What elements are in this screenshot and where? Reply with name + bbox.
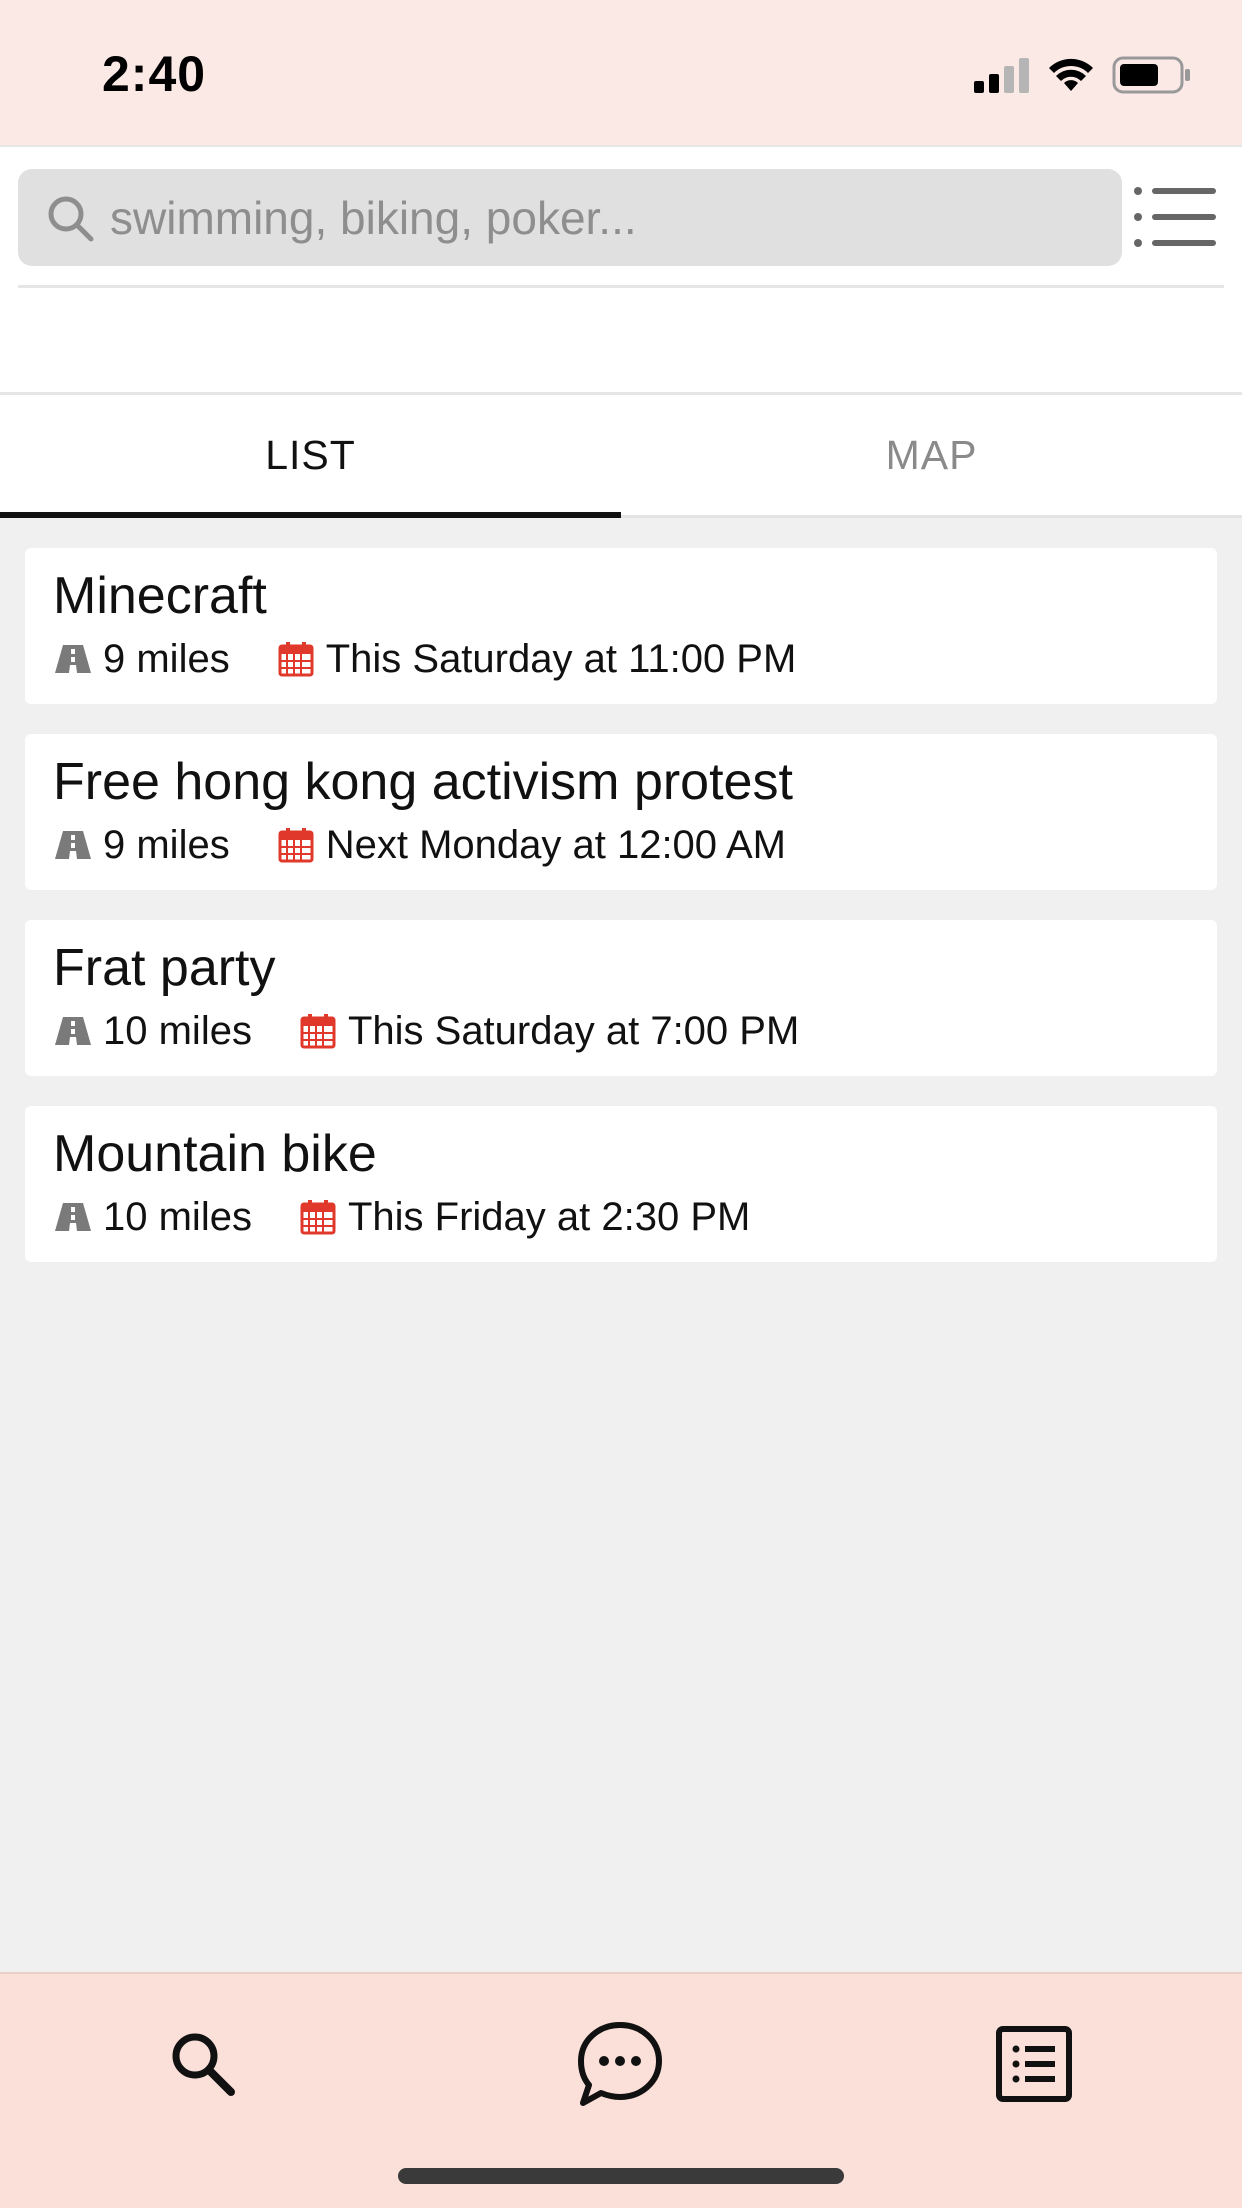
event-meta: 10 miles This Friday at 2:30 PM xyxy=(53,1192,1189,1242)
event-title: Free hong kong activism protest xyxy=(53,753,793,811)
nav-search-button[interactable] xyxy=(155,2016,251,2112)
search-box[interactable] xyxy=(18,169,1122,266)
status-bar: 2:40 xyxy=(0,0,1242,145)
event-distance: 10 miles xyxy=(53,1009,252,1054)
filter-menu-button[interactable] xyxy=(1132,185,1218,249)
event-meta: 9 miles This Saturday at 11:00 PM xyxy=(53,634,1189,684)
event-card[interactable]: Frat party 10 miles This Saturday at 7:0… xyxy=(25,920,1217,1076)
event-card[interactable]: Minecraft 9 miles This Saturday at 11:00… xyxy=(25,548,1217,704)
tab-map[interactable]: MAP xyxy=(621,395,1242,515)
status-time: 2:40 xyxy=(102,46,207,102)
event-meta: 10 miles This Saturday at 7:00 PM xyxy=(53,1006,1189,1056)
distance-text: 10 miles xyxy=(103,1194,252,1239)
search-icon xyxy=(42,190,98,246)
event-date: Next Monday at 12:00 AM xyxy=(276,823,786,868)
home-indicator xyxy=(398,2168,844,2184)
search-panel xyxy=(0,145,1242,395)
event-date: This Saturday at 7:00 PM xyxy=(298,1009,799,1054)
battery-icon xyxy=(1112,56,1190,94)
view-tabs: LIST MAP xyxy=(0,395,1242,518)
event-date: This Saturday at 11:00 PM xyxy=(276,636,797,682)
distance-text: 9 miles xyxy=(103,636,230,681)
calendar-icon xyxy=(298,1197,338,1237)
event-distance: 10 miles xyxy=(53,1195,252,1240)
nav-list-button[interactable] xyxy=(986,2016,1082,2112)
road-icon xyxy=(53,1197,93,1237)
status-icons xyxy=(974,55,1192,95)
calendar-icon xyxy=(298,1011,338,1051)
road-icon xyxy=(53,1011,93,1051)
search-icon xyxy=(172,2033,235,2096)
chat-bubble-icon xyxy=(578,2022,662,2106)
date-text: This Saturday at 11:00 PM xyxy=(325,636,797,681)
road-icon xyxy=(53,825,93,865)
event-title: Mountain bike xyxy=(53,1125,377,1183)
distance-text: 9 miles xyxy=(103,822,230,867)
event-meta: 9 miles Next Monday at 12:00 AM xyxy=(53,820,1189,870)
list-menu-icon xyxy=(1134,187,1216,247)
nav-chat-button[interactable] xyxy=(572,2016,668,2112)
calendar-icon xyxy=(276,639,316,679)
search-input[interactable] xyxy=(110,190,1070,245)
event-distance: 9 miles xyxy=(53,823,230,868)
event-title: Frat party xyxy=(53,939,276,997)
date-text: This Saturday at 7:00 PM xyxy=(347,1008,800,1053)
event-title: Minecraft xyxy=(53,567,267,625)
event-card[interactable]: Mountain bike 10 miles This Friday at 2:… xyxy=(25,1106,1217,1262)
wifi-icon xyxy=(1049,58,1093,91)
list-document-icon xyxy=(996,2026,1072,2102)
distance-text: 10 miles xyxy=(103,1008,252,1053)
calendar-icon xyxy=(276,825,316,865)
event-date: This Friday at 2:30 PM xyxy=(298,1195,750,1240)
cellular-signal-icon xyxy=(974,58,1029,93)
tab-list[interactable]: LIST xyxy=(0,395,621,518)
event-card[interactable]: Free hong kong activism protest 9 miles … xyxy=(25,734,1217,890)
date-text: Next Monday at 12:00 AM xyxy=(325,822,786,867)
road-icon xyxy=(53,639,93,679)
event-distance: 9 miles xyxy=(53,637,230,682)
date-text: This Friday at 2:30 PM xyxy=(347,1194,751,1239)
search-divider xyxy=(18,285,1224,288)
event-list: Minecraft 9 miles This Saturday at 11:00… xyxy=(25,548,1217,1292)
